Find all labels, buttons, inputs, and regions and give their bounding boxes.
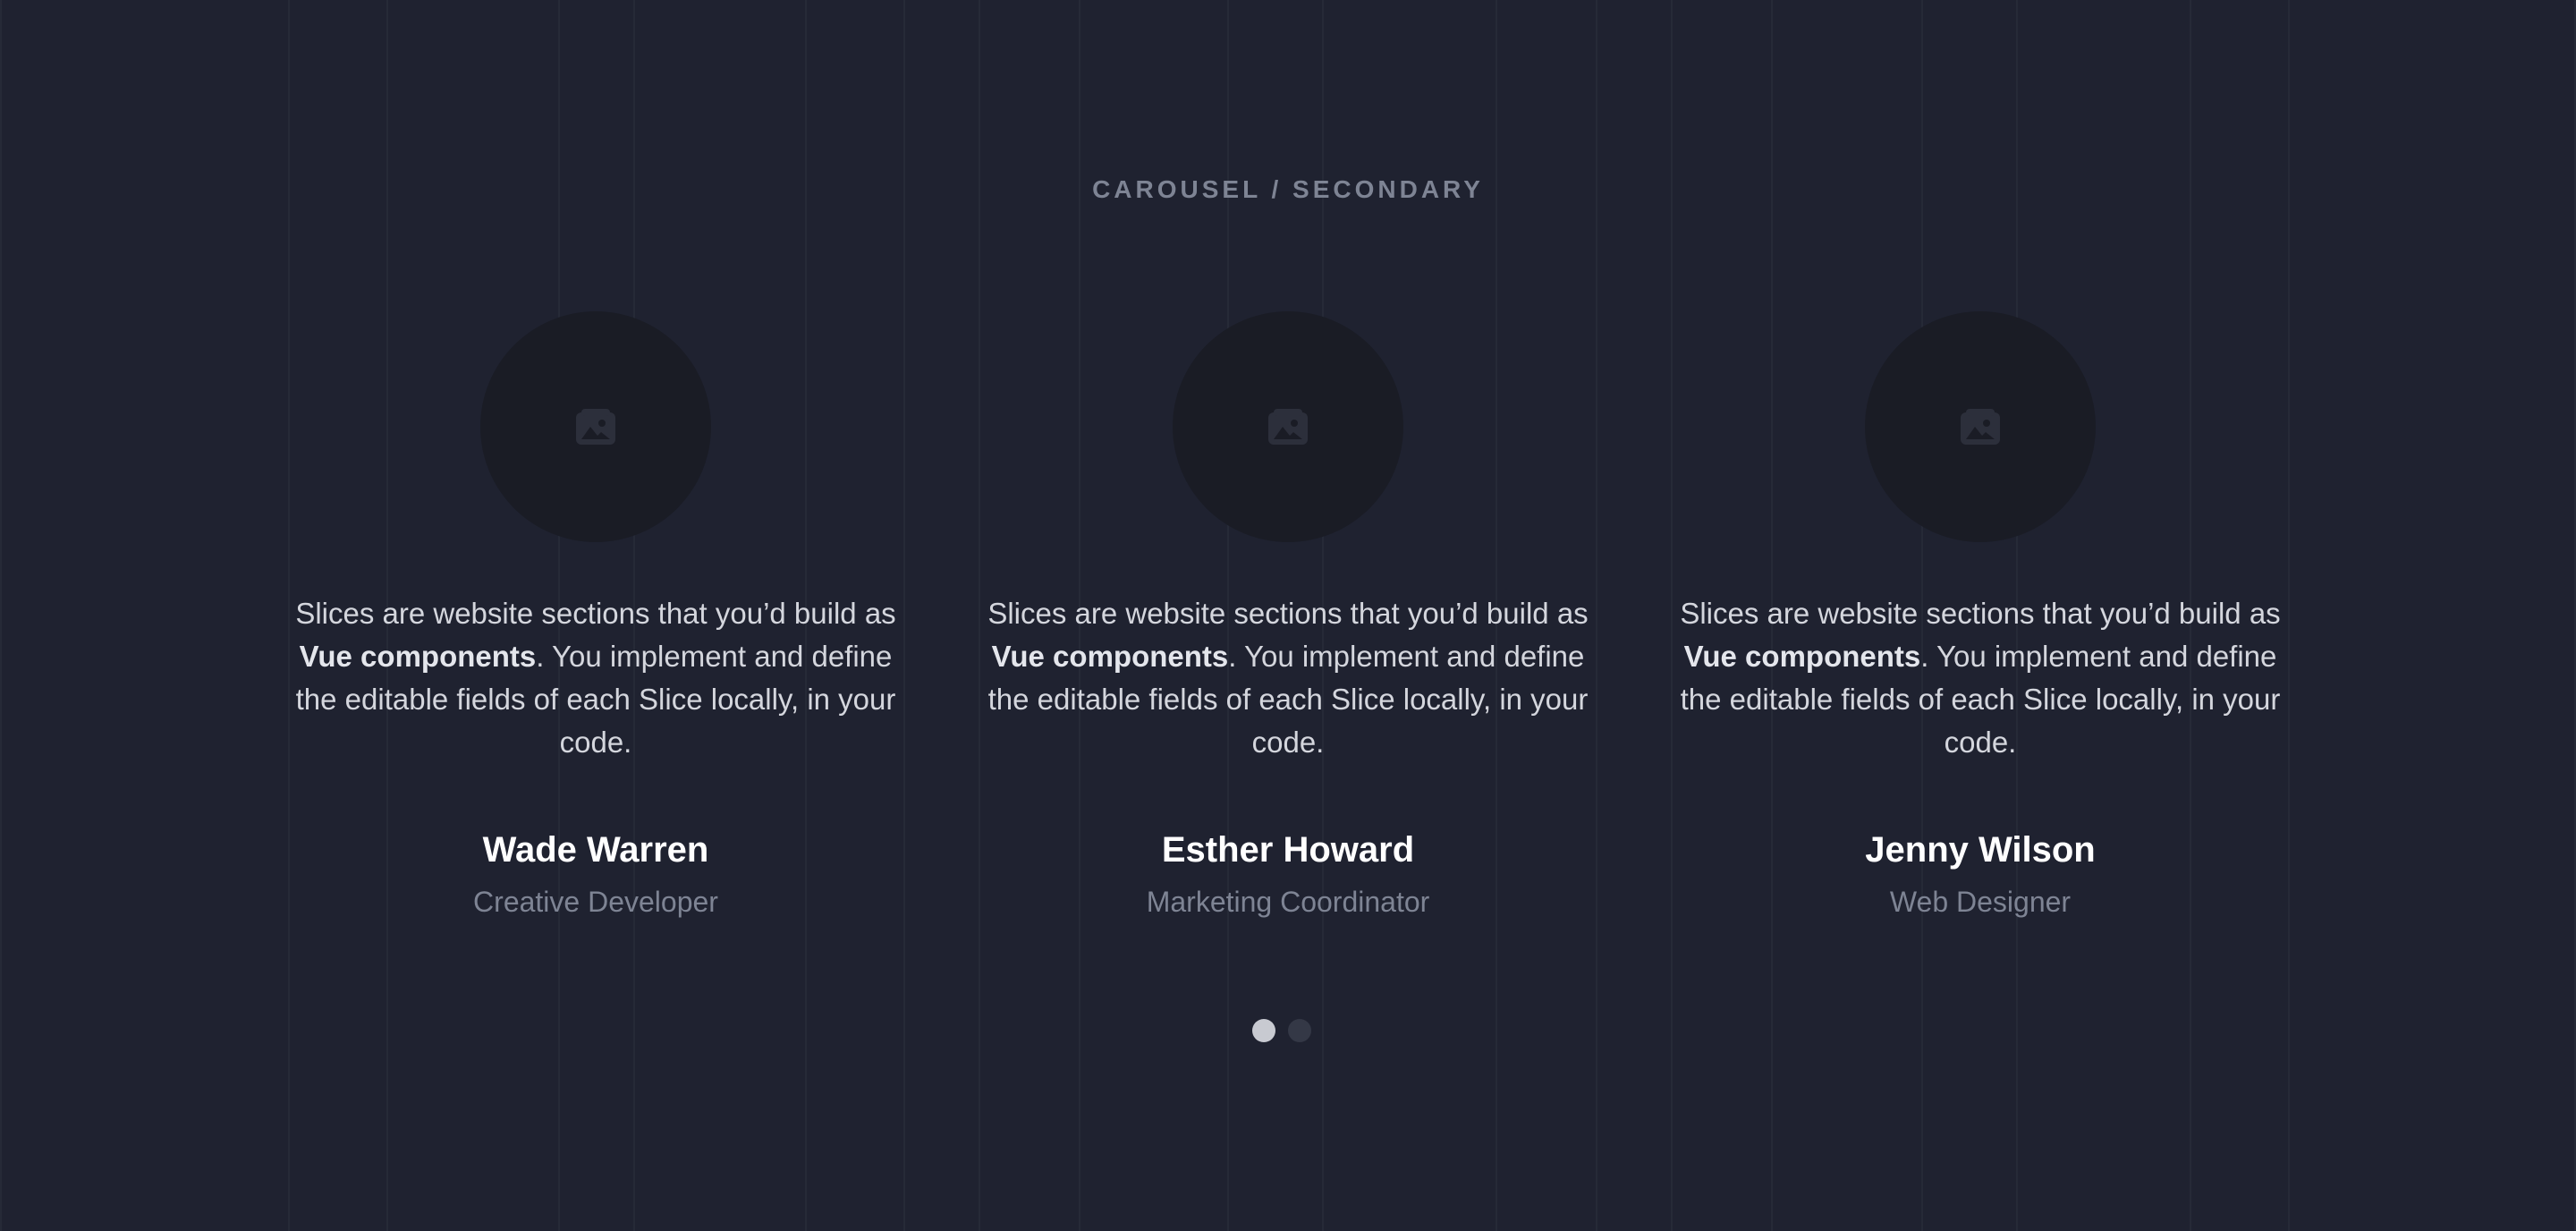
pagination-dot-2[interactable] [1288, 1019, 1311, 1042]
quote-text: Slices are website sections that you’d b… [295, 597, 896, 630]
avatar [1173, 311, 1403, 542]
image-placeholder-icon [576, 409, 615, 445]
testimonial-quote: Slices are website sections that you’d b… [1667, 592, 2293, 764]
quote-emphasis: Vue components [991, 640, 1229, 673]
person-name: Wade Warren [482, 830, 709, 870]
testimonial-quote: Slices are website sections that you’d b… [975, 592, 1601, 764]
person-role: Web Designer [1889, 886, 2072, 918]
testimonial-card: Slices are website sections that you’d b… [975, 311, 1601, 918]
avatar [480, 311, 711, 542]
person-name: Esther Howard [1161, 830, 1415, 870]
person-role: Creative Developer [473, 886, 718, 918]
carousel-section: CAROUSEL / SECONDARY Slices are website … [0, 0, 2576, 1231]
quote-emphasis: Vue components [1683, 640, 1921, 673]
testimonial-quote: Slices are website sections that you’d b… [283, 592, 909, 764]
pagination-dot-1[interactable] [1252, 1019, 1275, 1042]
testimonial-card: Slices are website sections that you’d b… [283, 311, 909, 918]
quote-text: Slices are website sections that you’d b… [987, 597, 1589, 630]
testimonial-card: Slices are website sections that you’d b… [1667, 311, 2293, 918]
person-name: Jenny Wilson [1865, 830, 2096, 870]
section-eyebrow: CAROUSEL / SECONDARY [1092, 175, 1484, 203]
person-role: Marketing Coordinator [1146, 886, 1430, 918]
image-placeholder-icon [1961, 409, 2000, 445]
carousel-pagination [0, 1019, 2576, 1042]
avatar [1865, 311, 2096, 542]
quote-emphasis: Vue components [299, 640, 537, 673]
quote-text: Slices are website sections that you’d b… [1680, 597, 2281, 630]
image-placeholder-icon [1268, 409, 1308, 445]
